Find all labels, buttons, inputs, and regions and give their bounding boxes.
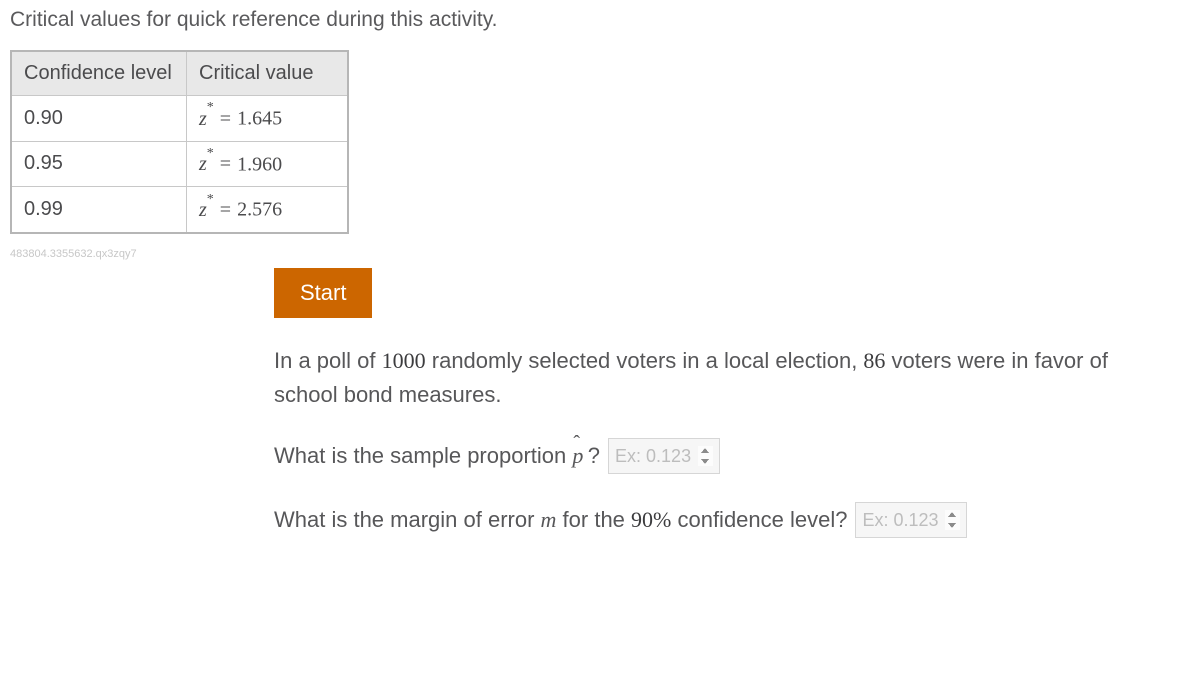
header-confidence-level: Confidence level: [11, 51, 187, 96]
equals-symbol: =: [214, 108, 237, 130]
z-value: 2.576: [237, 199, 282, 221]
header-critical-value: Critical value: [187, 51, 349, 96]
equals-symbol: =: [214, 153, 237, 175]
page: Critical values for quick reference duri…: [0, 0, 1190, 596]
confidence-level-value: 0.99: [11, 187, 187, 233]
equals-symbol: =: [214, 199, 237, 221]
question-margin-of-error: What is the margin of error m for the 90…: [274, 502, 1174, 538]
watermark-id: 483804.3355632.qx3zqy7: [10, 248, 1180, 260]
table-row: 0.95 z*=1.960: [11, 141, 348, 187]
start-button[interactable]: Start: [274, 268, 372, 318]
critical-value-cell: z*=1.960: [187, 141, 349, 187]
m-symbol: m: [541, 507, 557, 532]
question-sample-proportion: What is the sample proportion ˆp ?: [274, 438, 1174, 474]
margin-of-error-input[interactable]: [855, 502, 967, 538]
activity-area: Start In a poll of 1000 randomly selecte…: [274, 268, 1174, 538]
critical-value-cell: z*=1.645: [187, 96, 349, 142]
text: In a poll of: [274, 348, 382, 373]
z-star-symbol: z*: [199, 199, 214, 221]
table-header-row: Confidence level Critical value: [11, 51, 348, 96]
text: What is the margin of error m for the 90…: [274, 507, 847, 533]
z-star-symbol: z*: [199, 108, 214, 130]
critical-values-table: Confidence level Critical value 0.90 z*=…: [10, 50, 349, 234]
p-hat-symbol: ˆp: [572, 443, 583, 468]
success-count-k: 86: [863, 348, 885, 373]
table-row: 0.90 z*=1.645: [11, 96, 348, 142]
critical-value-cell: z*=2.576: [187, 187, 349, 233]
confidence-level-value: 0.90: [11, 96, 187, 142]
sample-proportion-input[interactable]: [608, 438, 720, 474]
text: What is the sample proportion ˆp ?: [274, 443, 600, 469]
z-star-symbol: z*: [199, 153, 214, 175]
z-value: 1.645: [237, 108, 282, 130]
table-row: 0.99 z*=2.576: [11, 187, 348, 233]
sample-size-n: 1000: [382, 348, 426, 373]
z-value: 1.960: [237, 153, 282, 175]
intro-text: Critical values for quick reference duri…: [10, 8, 1180, 32]
text: randomly selected voters in a local elec…: [426, 348, 864, 373]
confidence-level-value: 0.95: [11, 141, 187, 187]
confidence-pct: 90%: [631, 507, 671, 532]
problem-statement: In a poll of 1000 randomly selected vote…: [274, 344, 1174, 412]
